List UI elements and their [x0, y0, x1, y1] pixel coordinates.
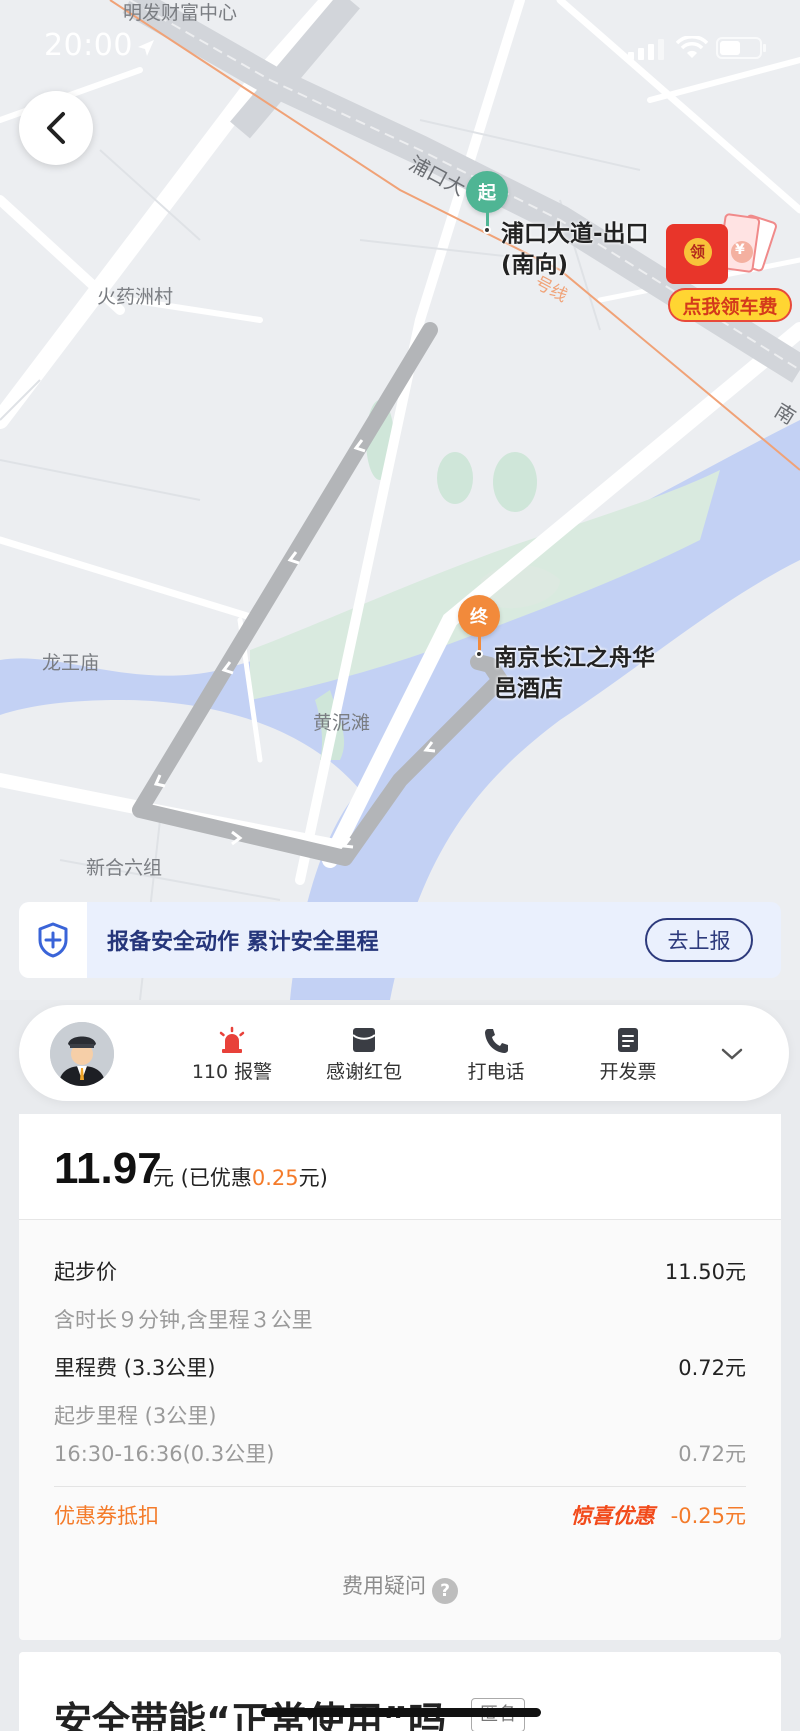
- watermark-line1: FLYERT: [688, 1659, 774, 1683]
- shield-container: [19, 902, 87, 978]
- promo-coin-char: ¥: [735, 242, 745, 258]
- route-map[interactable]: 明发财富中心 火药洲村 龙王庙 黄泥滩 新合六组 浦口大 南 号线 起 浦口大道…: [0, 0, 800, 1000]
- coupon-label: 优惠券抵扣: [54, 1504, 159, 1528]
- chevron-down-icon: [721, 1048, 743, 1060]
- promo-label: 点我领车费: [668, 288, 792, 322]
- battery-icon: [716, 37, 766, 59]
- map-label-huangni: 黄泥滩: [313, 712, 371, 734]
- watermark-line2: 飞客: [709, 1685, 752, 1709]
- start-name-line1: 浦口大道-出口: [501, 221, 649, 247]
- start-location-name: 浦口大道-出口 (南向): [501, 219, 649, 281]
- call-button[interactable]: 打电话: [441, 1025, 551, 1084]
- thanks-red-packet-button[interactable]: 感谢红包: [309, 1025, 419, 1084]
- chevron-left-icon: [47, 112, 65, 144]
- phone-icon: [485, 1029, 508, 1053]
- discount-prefix: (已优惠: [174, 1166, 252, 1190]
- watermark: FLYERT 飞客: [688, 1658, 774, 1710]
- wifi-icon: [676, 36, 708, 58]
- mileage-sub-2-label: 16:30-16:36(0.3公里): [54, 1442, 275, 1466]
- fare-total: 11.97: [54, 1144, 162, 1193]
- fare-question-link[interactable]: 费用疑问?: [19, 1570, 781, 1604]
- discount-suffix: 元): [298, 1166, 328, 1190]
- map-label-xinhe: 新合六组: [86, 857, 163, 879]
- map-label-huoyao: 火药洲村: [97, 286, 174, 308]
- fare-unit-line: 元 (已优惠0.25元): [153, 1162, 328, 1192]
- call-label: 打电话: [467, 1061, 525, 1083]
- end-location-name: 南京长江之舟华 邑酒店: [494, 643, 655, 705]
- mileage-sub-1: 起步里程 (3公里): [54, 1404, 217, 1428]
- invoice-icon: [618, 1028, 638, 1052]
- safety-banner[interactable]: 报备安全动作 累计安全里程 去上报: [19, 902, 781, 978]
- map-canvas: [0, 0, 800, 1000]
- base-fare-value: 11.50元: [664, 1260, 746, 1284]
- alarm-label: 110 报警: [191, 1061, 273, 1083]
- invoice-label: 开发票: [599, 1061, 657, 1083]
- discount-value: 0.25: [251, 1166, 299, 1190]
- mileage-sub-2-value: 0.72元: [678, 1442, 746, 1466]
- red-packet-label: 感谢红包: [325, 1061, 402, 1083]
- start-pin-icon: 起: [466, 171, 508, 213]
- red-envelope-icon: [666, 213, 777, 284]
- coupon-right: 惊喜优惠 -0.25元: [571, 1500, 746, 1530]
- mileage-fare-label: 里程费 (3.3公里): [54, 1356, 216, 1380]
- fare-question-label: 费用疑问: [342, 1574, 426, 1598]
- fare-divider: [54, 1486, 746, 1487]
- fare-details-card: 11.97 元 (已优惠0.25元) 起步价 11.50元 含时长９分钟,含里程…: [19, 1114, 781, 1640]
- back-button[interactable]: [19, 91, 93, 165]
- fare-summary: 11.97 元 (已优惠0.25元): [19, 1114, 781, 1220]
- shield-plus-icon: [38, 922, 68, 958]
- signal-icon: [628, 39, 664, 60]
- end-name-line1: 南京长江之舟华: [494, 645, 655, 671]
- expand-actions-button[interactable]: [717, 1039, 747, 1069]
- home-indicator[interactable]: [261, 1708, 541, 1717]
- start-pin-dot: [483, 226, 491, 234]
- alarm-icon: [219, 1026, 245, 1053]
- coupon-value: -0.25元: [670, 1504, 746, 1528]
- base-fare-desc: 含时长９分钟,含里程３公里: [54, 1308, 313, 1332]
- alarm-110-button[interactable]: 110 报警: [177, 1025, 287, 1084]
- promo-envelope-char: 领: [690, 243, 706, 261]
- start-name-line2: (南向): [501, 252, 569, 278]
- question-icon: ?: [432, 1578, 458, 1604]
- report-button[interactable]: 去上报: [645, 918, 753, 962]
- red-packet-icon: [352, 1028, 376, 1052]
- status-time: 20:00: [44, 28, 133, 63]
- safety-survey-card: 安全带能“正常使用”吗 匿名: [19, 1652, 781, 1731]
- base-fare-label: 起步价: [54, 1260, 117, 1284]
- status-bar: 20:00: [0, 0, 800, 96]
- driver-avatar[interactable]: [50, 1022, 114, 1086]
- fare-unit: 元: [153, 1166, 174, 1190]
- end-pin-dot: [475, 650, 483, 658]
- mileage-fare-value: 0.72元: [678, 1356, 746, 1380]
- driver-avatar-icon: [50, 1022, 114, 1086]
- invoice-button[interactable]: 开发票: [573, 1025, 683, 1084]
- map-label-longwang: 龙王庙: [42, 652, 100, 674]
- location-arrow-icon: [138, 40, 154, 56]
- safety-text: 报备安全动作 累计安全里程: [107, 930, 379, 955]
- end-name-line2: 邑酒店: [494, 676, 563, 702]
- end-pin-icon: 终: [458, 595, 500, 637]
- trip-action-bar: 110 报警 感谢红包 打电话 开发票: [19, 1005, 789, 1101]
- coupon-tag: 惊喜优惠: [570, 1504, 655, 1528]
- promo-widget[interactable]: 领 ¥ 点我领车费: [662, 212, 798, 322]
